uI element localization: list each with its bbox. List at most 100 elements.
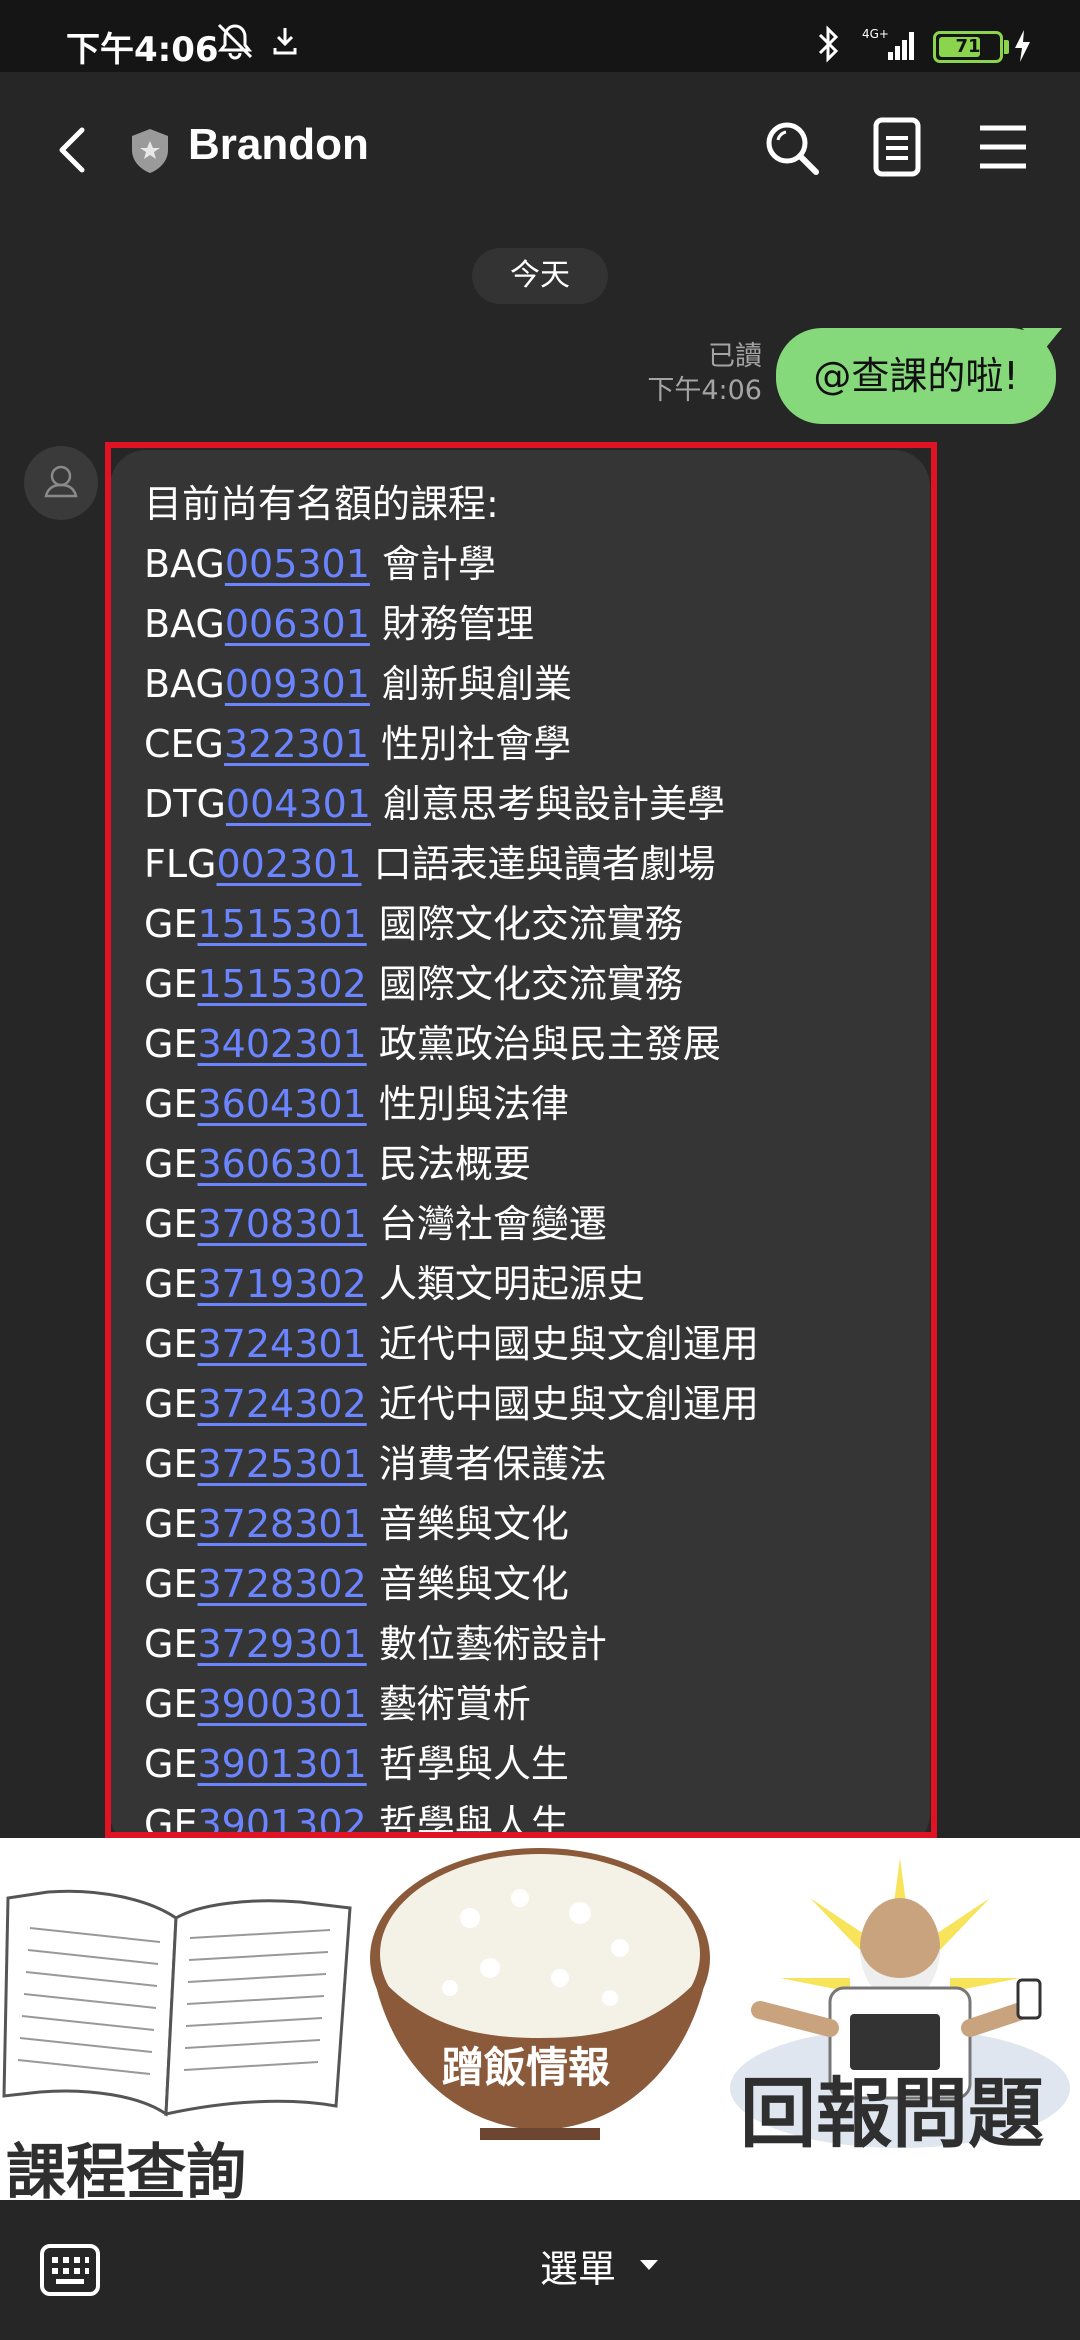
course-prefix: GE (144, 1742, 198, 1786)
course-name: 人類文明起源史 (378, 1262, 645, 1306)
course-row: GE1515301 國際文化交流實務 (144, 894, 930, 954)
rich-menu: 課程查詢 蹭飯情報 回報問題 (0, 1838, 1080, 2208)
course-prefix: CEG (144, 722, 224, 766)
course-name: 性別社會學 (381, 722, 572, 766)
keyboard-button[interactable] (38, 2240, 102, 2300)
course-code-link[interactable]: 3708301 (197, 1202, 366, 1246)
course-row: GE1515302 國際文化交流實務 (144, 954, 930, 1014)
course-row: GE3724301 近代中國史與文創運用 (144, 1314, 930, 1374)
course-name: 會計學 (382, 542, 497, 586)
course-row: GE3604301 性別與法律 (144, 1074, 930, 1134)
outgoing-message[interactable]: @查課的啦! (776, 328, 1056, 424)
report-issue-label: 回報問題 (740, 2069, 1044, 2158)
course-prefix: GE (144, 1802, 198, 1838)
course-prefix: GE (144, 962, 198, 1006)
course-name: 性別與法律 (378, 1082, 569, 1126)
course-row: GE3728301 音樂與文化 (144, 1494, 930, 1554)
course-name: 近代中國史與文創運用 (378, 1382, 759, 1426)
course-code-link[interactable]: 3724301 (197, 1322, 366, 1366)
course-code-link[interactable]: 3901301 (197, 1742, 366, 1786)
course-code-link[interactable]: 009301 (225, 662, 370, 706)
course-code-link[interactable]: 3901302 (197, 1802, 366, 1838)
course-name: 音樂與文化 (378, 1502, 569, 1546)
network-type: 4G+ (862, 27, 889, 41)
course-code-link[interactable]: 002301 (216, 842, 361, 886)
avatar[interactable] (24, 446, 98, 520)
course-name: 數位藝術設計 (378, 1622, 607, 1666)
course-code-link[interactable]: 3402301 (197, 1022, 366, 1066)
charging-icon (1015, 30, 1030, 62)
course-row: BAG009301 創新與創業 (144, 654, 930, 714)
course-name: 民法概要 (378, 1142, 531, 1186)
course-prefix: GE (144, 1322, 198, 1366)
course-code-link[interactable]: 1515302 (197, 962, 366, 1006)
course-prefix: BAG (144, 602, 225, 646)
back-button[interactable] (44, 120, 104, 180)
course-prefix: FLG (144, 842, 217, 886)
course-code-link[interactable]: 005301 (225, 542, 370, 586)
course-code-link[interactable]: 3729301 (197, 1622, 366, 1666)
course-code-link[interactable]: 3724302 (197, 1382, 366, 1426)
course-row: GE3725301 消費者保護法 (144, 1434, 930, 1494)
course-code-link[interactable]: 3719302 (197, 1262, 366, 1306)
course-row: GE3728302 音樂與文化 (144, 1554, 930, 1614)
course-prefix: GE (144, 1142, 198, 1186)
course-list: BAG005301 會計學 BAG006301 財務管理 BAG009301 創新與… (144, 534, 930, 1838)
chat-title: Brandon (188, 120, 369, 169)
bottom-bar: 選單 (0, 2200, 1080, 2340)
course-row: BAG005301 會計學 (144, 534, 930, 594)
course-row: GE3606301 民法概要 (144, 1134, 930, 1194)
course-row: CEG322301 性別社會學 (144, 714, 930, 774)
course-code-link[interactable]: 3725301 (197, 1442, 366, 1486)
date-separator: 今天 (472, 248, 608, 304)
message-meta: 已讀 下午4:06 (647, 340, 762, 408)
menu-button[interactable] (968, 112, 1038, 182)
caret-down-icon[interactable] (640, 2260, 658, 2270)
course-name: 國際文化交流實務 (378, 902, 683, 946)
course-code-link[interactable]: 3900301 (197, 1682, 366, 1726)
course-code-link[interactable]: 1515301 (197, 902, 366, 946)
signal-icon: 4G+ (862, 27, 914, 60)
course-prefix: GE (144, 1442, 198, 1486)
course-code-link[interactable]: 3728301 (197, 1502, 366, 1546)
course-code-link[interactable]: 004301 (226, 782, 371, 826)
course-row: FLG002301 口語表達與讀者劇場 (144, 834, 930, 894)
rice-info-label: 蹭飯情報 (442, 2043, 611, 2092)
course-prefix: GE (144, 1202, 198, 1246)
course-prefix: GE (144, 1682, 198, 1726)
bell-muted-icon (217, 23, 253, 60)
status-bar: 下午4:06 4G+ 71 (0, 0, 1080, 72)
notes-button[interactable] (862, 112, 932, 182)
course-code-link[interactable]: 006301 (225, 602, 370, 646)
shield-icon (132, 129, 168, 173)
course-row: GE3708301 台灣社會變遷 (144, 1194, 930, 1254)
read-receipt: 已讀 (708, 341, 762, 372)
course-query-tile[interactable]: 課程查詢 (0, 1838, 360, 2208)
search-button[interactable] (756, 112, 826, 182)
report-issue-tile[interactable]: 回報問題 (720, 1838, 1080, 2200)
course-row: GE3729301 數位藝術設計 (144, 1614, 930, 1674)
menu-toggle[interactable]: 選單 (540, 2238, 616, 2293)
course-row: DTG004301 創意思考與設計美學 (144, 774, 930, 834)
bluetooth-icon (818, 25, 839, 63)
course-name: 政黨政治與民主發展 (378, 1022, 721, 1066)
chat-area[interactable]: 今天 已讀 下午4:06 @查課的啦! 目前尚有名額的課程: BAG005301… (0, 228, 1080, 1838)
incoming-message[interactable]: 目前尚有名額的課程: BAG005301 會計學 BAG006301 財務管理 BA… (110, 450, 930, 1838)
course-code-link[interactable]: 3606301 (197, 1142, 366, 1186)
course-name: 哲學與人生 (378, 1802, 569, 1838)
rice-info-tile[interactable]: 蹭飯情報 (360, 1838, 720, 2200)
course-prefix: BAG (144, 542, 225, 586)
course-query-label: 課程查詢 (6, 2138, 246, 2208)
course-name: 創新與創業 (382, 662, 573, 706)
course-name: 藝術賞析 (378, 1682, 531, 1726)
battery-level: 71 (955, 36, 981, 57)
course-code-link[interactable]: 322301 (224, 722, 369, 766)
course-name: 創意思考與設計美學 (383, 782, 726, 826)
course-code-link[interactable]: 3604301 (197, 1082, 366, 1126)
course-prefix: GE (144, 1082, 198, 1126)
course-row: BAG006301 財務管理 (144, 594, 930, 654)
course-name: 台灣社會變遷 (378, 1202, 607, 1246)
course-prefix: GE (144, 1262, 198, 1306)
rice-bowl-icon (370, 1848, 710, 2140)
course-code-link[interactable]: 3728302 (197, 1562, 366, 1606)
